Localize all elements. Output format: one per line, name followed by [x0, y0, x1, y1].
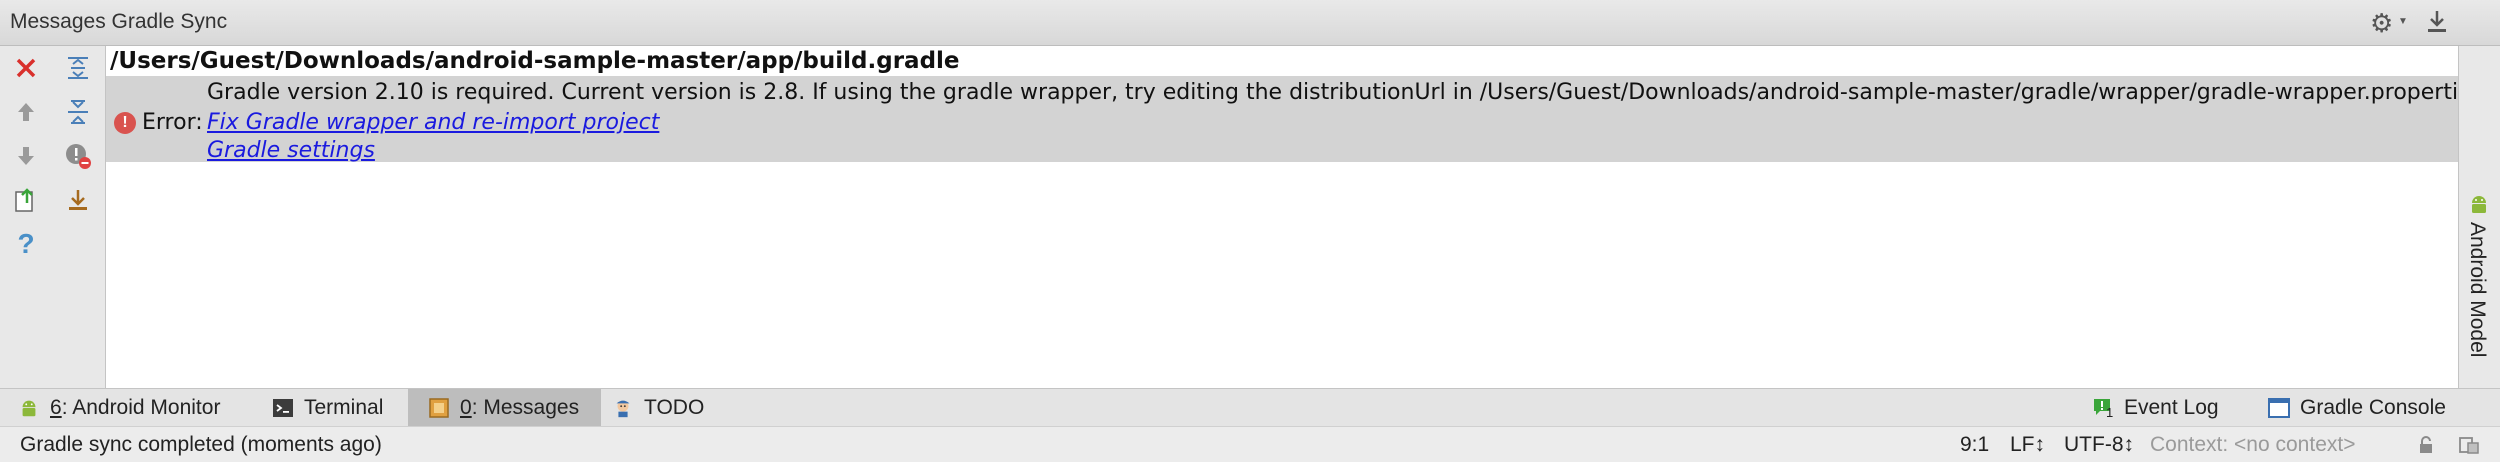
gear-icon[interactable]: ⚙: [2370, 8, 2393, 39]
gradle-settings-link[interactable]: Gradle settings: [207, 138, 375, 163]
hide-icon[interactable]: [2424, 8, 2450, 36]
tab-mnemonic: 0: [460, 396, 472, 419]
arrow-down-icon[interactable]: [8, 138, 44, 174]
filter-errors-icon[interactable]: [60, 138, 96, 174]
lock-icon[interactable]: [2416, 435, 2436, 460]
messages-icon: [428, 397, 450, 419]
todo-icon: [612, 397, 634, 419]
caret-position[interactable]: 9:1: [1960, 433, 1989, 457]
messages-tree: /Users/Guest/Downloads/android-sample-ma…: [106, 46, 2458, 388]
error-label: Error:: [142, 110, 203, 135]
tab-messages[interactable]: 0: Messages: [408, 389, 602, 427]
collapse-all-icon[interactable]: [60, 94, 96, 130]
context-indicator[interactable]: Context: <no context>: [2150, 433, 2355, 457]
tool-window-header: Messages Gradle Sync ⚙ ▼: [0, 0, 2500, 46]
tab-label: : Messages: [471, 396, 580, 419]
tool-window-tab-bar: 6: Android Monitor Terminal 0: Messages …: [0, 388, 2500, 427]
help-icon[interactable]: ?: [8, 226, 44, 262]
error-text: Gradle version 2.10 is required. Current…: [207, 80, 2458, 105]
file-encoding[interactable]: UTF-8↕: [2064, 433, 2134, 457]
fix-gradle-wrapper-link[interactable]: Fix Gradle wrapper and re-import project: [207, 110, 659, 135]
tab-gradle-console[interactable]: Gradle Console: [2268, 389, 2446, 427]
tab-terminal[interactable]: Terminal: [272, 389, 383, 427]
chevron-down-icon[interactable]: ▼: [2398, 16, 2408, 27]
tool-window-title: Messages Gradle Sync: [10, 10, 228, 33]
arrow-up-icon[interactable]: [8, 94, 44, 130]
export-icon[interactable]: [8, 182, 44, 218]
close-icon[interactable]: [8, 50, 44, 86]
android-icon: [18, 397, 40, 419]
android-model-tab[interactable]: Android Model: [2465, 222, 2489, 357]
status-message[interactable]: Gradle sync completed (moments ago): [20, 433, 382, 457]
messages-toolbar: ?: [0, 46, 106, 388]
tab-label: Gradle Console: [2300, 396, 2446, 419]
android-icon: [2467, 192, 2491, 221]
expand-all-icon[interactable]: [60, 50, 96, 86]
right-tool-strip: Android Model: [2458, 46, 2500, 388]
event-log-icon: 1: [2092, 397, 2114, 420]
tab-label: Event Log: [2124, 396, 2219, 419]
tab-label: Terminal: [304, 396, 384, 419]
tab-label: : Android Monitor: [61, 396, 221, 419]
event-log-badge: 1: [2106, 405, 2114, 420]
terminal-icon: [272, 397, 294, 419]
download-icon[interactable]: [60, 182, 96, 218]
tab-android-monitor[interactable]: 6: Android Monitor: [18, 389, 220, 427]
tab-event-log[interactable]: 1 Event Log: [2092, 389, 2219, 427]
status-bar: Gradle sync completed (moments ago) 9:1 …: [0, 426, 2500, 462]
file-path[interactable]: /Users/Guest/Downloads/android-sample-ma…: [110, 48, 960, 74]
tab-mnemonic: 6: [50, 396, 62, 419]
error-icon: !: [114, 112, 136, 134]
line-separator[interactable]: LF↕: [2010, 433, 2045, 457]
tab-label: TODO: [644, 396, 705, 419]
event-icon[interactable]: [2458, 435, 2480, 460]
tab-todo[interactable]: TODO: [612, 389, 704, 427]
gradle-console-icon: [2268, 397, 2290, 419]
error-message[interactable]: Gradle version 2.10 is required. Current…: [106, 76, 2458, 163]
